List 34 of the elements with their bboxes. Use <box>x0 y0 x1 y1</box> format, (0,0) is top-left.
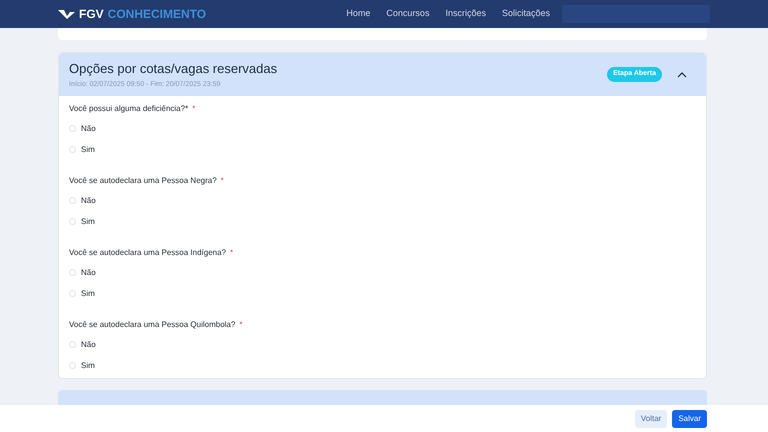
section-title: Opções por cotas/vagas reservadas <box>69 60 278 78</box>
question-label: Você se autodeclara uma Pessoa Quilombola? <box>69 319 236 330</box>
back-button[interactable]: Voltar <box>634 410 668 428</box>
radio-option[interactable]: Sim <box>69 215 95 228</box>
required-mark: * <box>220 175 224 186</box>
nav-link[interactable]: Concursos <box>386 7 430 21</box>
radio-button[interactable] <box>69 125 76 132</box>
radio-option[interactable]: Não <box>69 122 96 135</box>
brand-text: CONHECIMENTO <box>108 6 206 23</box>
radio-option[interactable]: Sim <box>69 287 95 300</box>
logo-icon <box>58 10 75 18</box>
question-label: Você possui alguma deficiência?* <box>69 103 188 114</box>
radio-button[interactable] <box>69 341 76 348</box>
radio-option[interactable]: Sim <box>69 143 95 156</box>
radio-button[interactable] <box>69 269 76 276</box>
nav-link[interactable]: Solicitações <box>502 7 550 21</box>
radio-button[interactable] <box>69 146 76 153</box>
nav-link[interactable]: Inscrições <box>445 7 486 21</box>
required-mark: * <box>192 103 196 114</box>
radio-option[interactable]: Não <box>69 338 96 351</box>
radio-button[interactable] <box>69 290 76 297</box>
question-label: Você se autodeclara uma Pessoa Negra? <box>69 175 217 186</box>
save-button[interactable]: Salvar <box>672 410 707 428</box>
radio-button[interactable] <box>69 218 76 225</box>
radio-option[interactable]: Não <box>69 194 96 207</box>
radio-option[interactable]: Sim <box>69 359 95 372</box>
required-mark: * <box>230 247 234 258</box>
question-label: Você se autodeclara uma Pessoa Indígena? <box>69 247 226 258</box>
required-mark: * <box>239 319 242 330</box>
radio-option[interactable]: Não <box>69 266 96 279</box>
radio-button[interactable] <box>69 362 76 369</box>
radio-button[interactable] <box>69 197 76 204</box>
logo-text: FGV <box>79 6 104 23</box>
nav-link[interactable]: Home <box>346 7 370 21</box>
